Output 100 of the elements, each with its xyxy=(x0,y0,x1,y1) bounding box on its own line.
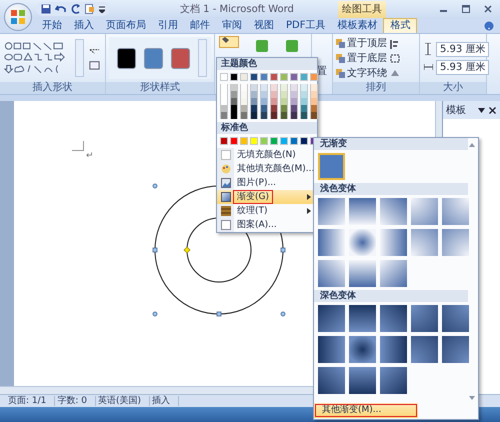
color-cell[interactable] xyxy=(290,73,298,81)
color-cell[interactable] xyxy=(260,98,268,105)
gradient-swatch[interactable] xyxy=(349,229,376,256)
save-icon[interactable] xyxy=(41,4,51,14)
color-cell[interactable] xyxy=(260,84,268,91)
gradient-swatch[interactable] xyxy=(318,198,345,225)
office-button[interactable] xyxy=(4,3,32,31)
group-icon[interactable] xyxy=(390,54,402,62)
cube-icon[interactable] xyxy=(255,39,269,53)
ribbon-tab[interactable]: 视图 xyxy=(248,19,280,33)
gradient-swatch[interactable] xyxy=(349,336,376,363)
selection-handle[interactable] xyxy=(152,184,158,188)
color-cell[interactable] xyxy=(230,112,238,119)
ribbon-tab[interactable]: 审阅 xyxy=(216,19,248,33)
gradient-swatch[interactable] xyxy=(380,229,407,256)
color-cell[interactable] xyxy=(280,73,288,81)
color-cell[interactable] xyxy=(310,84,318,91)
color-cell[interactable] xyxy=(230,98,238,105)
color-cell[interactable] xyxy=(250,112,258,119)
color-cell[interactable] xyxy=(230,91,238,98)
ribbon-tab[interactable]: 邮件 xyxy=(184,19,216,33)
color-cell[interactable] xyxy=(220,137,228,145)
color-cell[interactable] xyxy=(240,91,248,98)
color-cell[interactable] xyxy=(250,105,258,112)
gradient-swatch[interactable] xyxy=(318,367,345,394)
color-cell[interactable] xyxy=(290,112,298,119)
menu-item[interactable]: 纹理(T) xyxy=(217,204,317,218)
color-cell[interactable] xyxy=(260,105,268,112)
maximize-icon[interactable] xyxy=(462,5,470,13)
color-cell[interactable] xyxy=(250,73,258,81)
document-icon[interactable] xyxy=(85,4,95,14)
gradient-swatch[interactable] xyxy=(411,198,438,225)
gradient-swatch[interactable] xyxy=(349,260,376,287)
color-cell[interactable] xyxy=(250,137,258,145)
color-cell[interactable] xyxy=(250,84,258,91)
gradient-swatch[interactable] xyxy=(318,305,345,332)
color-cell[interactable] xyxy=(240,105,248,112)
color-cell[interactable] xyxy=(300,73,308,81)
close-icon[interactable] xyxy=(484,5,492,13)
style-swatch[interactable] xyxy=(117,48,136,68)
color-cell[interactable] xyxy=(300,91,308,98)
color-cell[interactable] xyxy=(300,98,308,105)
redo-icon[interactable] xyxy=(71,4,81,14)
color-cell[interactable] xyxy=(250,91,258,98)
color-cell[interactable] xyxy=(290,105,298,112)
gradient-swatch[interactable] xyxy=(318,336,345,363)
color-cell[interactable] xyxy=(280,98,288,105)
gradient-swatch[interactable] xyxy=(442,198,469,225)
gradient-swatch[interactable] xyxy=(380,367,407,394)
dropdown-icon[interactable] xyxy=(478,108,485,112)
color-cell[interactable] xyxy=(260,137,268,145)
gradient-swatch[interactable] xyxy=(442,305,469,332)
color-cell[interactable] xyxy=(270,112,278,119)
selection-handle[interactable] xyxy=(280,312,286,316)
color-cell[interactable] xyxy=(220,98,228,105)
ribbon-tab[interactable]: 格式 xyxy=(383,18,418,33)
selection-handle[interactable] xyxy=(216,312,222,316)
color-cell[interactable] xyxy=(280,112,288,119)
style-swatch[interactable] xyxy=(144,48,163,68)
color-cell[interactable] xyxy=(280,91,288,98)
color-cell[interactable] xyxy=(280,137,288,145)
close-icon[interactable] xyxy=(489,106,496,114)
scroll-down-icon[interactable] xyxy=(469,396,475,400)
ribbon-tab[interactable]: 插入 xyxy=(68,19,100,33)
gradient-swatch[interactable] xyxy=(442,336,469,363)
color-cell[interactable] xyxy=(270,137,278,145)
gradient-swatch[interactable] xyxy=(349,198,376,225)
width-field[interactable]: 5.93 厘米 xyxy=(436,60,490,74)
position-button[interactable]: 置 xyxy=(317,64,327,78)
rotate-icon[interactable] xyxy=(390,68,402,76)
color-cell[interactable] xyxy=(240,84,248,91)
gradient-swatch[interactable] xyxy=(349,367,376,394)
color-cell[interactable] xyxy=(310,105,318,112)
ribbon-tab[interactable]: 模板素材 xyxy=(331,19,384,33)
color-cell[interactable] xyxy=(280,105,288,112)
color-cell[interactable] xyxy=(300,137,308,145)
arrange-button[interactable]: 置于顶层 xyxy=(335,36,388,50)
color-cell[interactable] xyxy=(270,73,278,81)
selection-handle[interactable] xyxy=(280,248,286,252)
arrange-button[interactable]: 置于底层 xyxy=(335,51,388,65)
color-cell[interactable] xyxy=(300,84,308,91)
color-cell[interactable] xyxy=(230,137,238,145)
selection-handle[interactable] xyxy=(152,312,158,316)
color-cell[interactable] xyxy=(230,105,238,112)
gradient-swatch[interactable] xyxy=(318,260,345,287)
color-cell[interactable] xyxy=(310,73,318,81)
color-cell[interactable] xyxy=(290,98,298,105)
gradient-swatch[interactable] xyxy=(318,153,345,180)
color-cell[interactable] xyxy=(290,137,298,145)
color-cell[interactable] xyxy=(270,84,278,91)
color-cell[interactable] xyxy=(280,84,288,91)
color-cell[interactable] xyxy=(250,98,258,105)
color-cell[interactable] xyxy=(240,112,248,119)
color-cell[interactable] xyxy=(310,112,318,119)
undo-icon[interactable] xyxy=(55,4,67,14)
customize-icon[interactable] xyxy=(99,5,105,13)
color-cell[interactable] xyxy=(270,98,278,105)
menu-item[interactable]: 图案(A)... xyxy=(217,218,317,232)
color-cell[interactable] xyxy=(230,84,238,91)
color-cell[interactable] xyxy=(220,84,228,91)
